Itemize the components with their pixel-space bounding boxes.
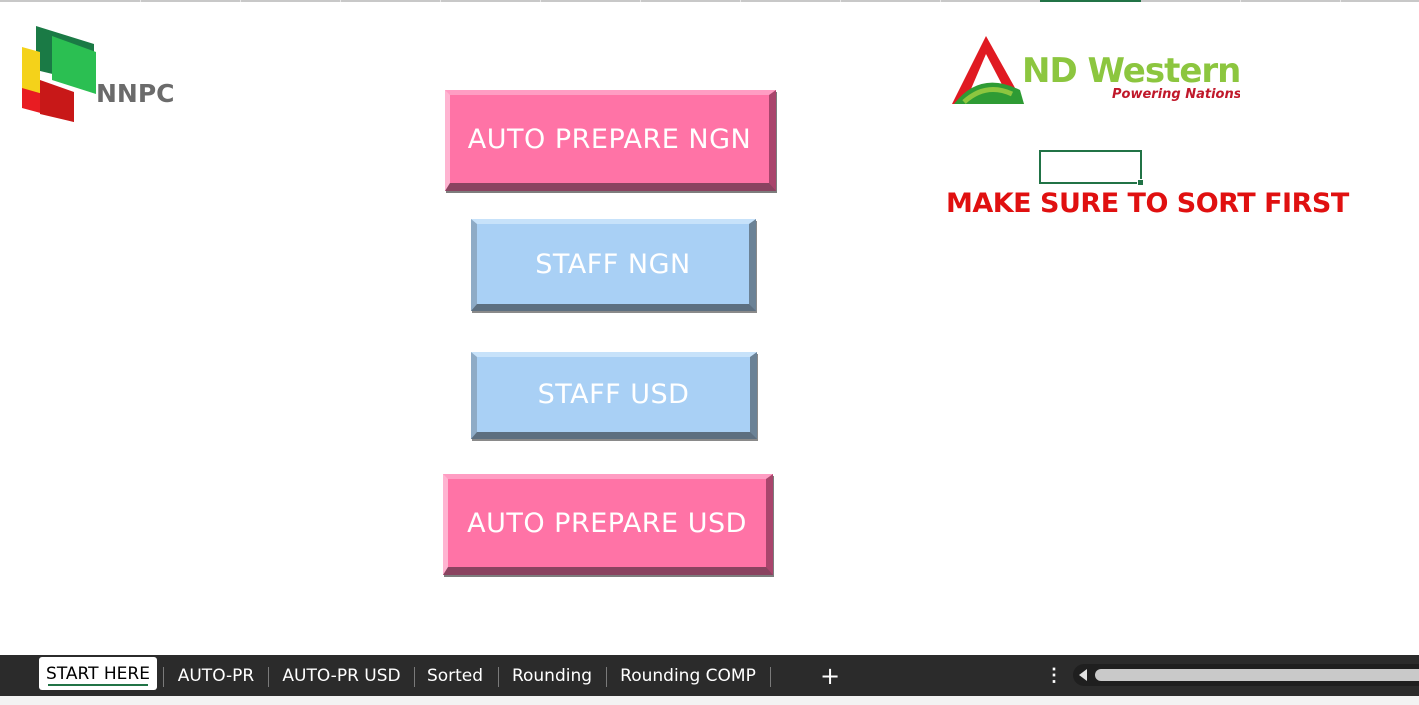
tab-separator bbox=[770, 667, 771, 687]
vertical-ellipsis-icon[interactable]: ⋮ bbox=[1045, 655, 1063, 696]
selected-column-indicator bbox=[1040, 0, 1141, 2]
tab-start-here[interactable]: START HERE bbox=[39, 657, 157, 690]
staff-ngn-button[interactable]: STAFF NGN bbox=[471, 219, 756, 311]
plus-icon[interactable]: + bbox=[818, 655, 842, 696]
tab-label: Sorted bbox=[426, 665, 484, 686]
nnpc-logo-text: NNPC bbox=[96, 79, 175, 108]
tab-auto-pr-usd[interactable]: AUTO-PR USD bbox=[270, 655, 413, 696]
tab-rounding[interactable]: Rounding bbox=[500, 655, 604, 696]
nd-western-logo: ND Western Powering Nations bbox=[952, 36, 1240, 104]
staff-ngn-label: STAFF NGN bbox=[535, 248, 691, 280]
auto-prepare-usd-button[interactable]: AUTO PREPARE USD bbox=[443, 474, 773, 575]
auto-prepare-ngn-label: AUTO PREPARE NGN bbox=[467, 123, 752, 155]
tab-separator bbox=[498, 667, 499, 687]
tab-auto-pr[interactable]: AUTO-PR bbox=[165, 655, 267, 696]
tab-label: Rounding COMP bbox=[620, 665, 756, 686]
active-cell[interactable] bbox=[1039, 150, 1144, 186]
tab-label: START HERE bbox=[46, 663, 150, 684]
scrollbar-thumb[interactable] bbox=[1095, 669, 1419, 681]
nd-western-logo-text: ND Western bbox=[1022, 51, 1240, 91]
tab-separator bbox=[414, 667, 415, 687]
nnpc-logo: NNPC bbox=[22, 26, 175, 122]
status-bar bbox=[0, 696, 1419, 705]
staff-usd-label: STAFF USD bbox=[537, 379, 690, 410]
tab-sorted[interactable]: Sorted bbox=[416, 655, 494, 696]
tab-rounding-comp[interactable]: Rounding COMP bbox=[608, 655, 768, 696]
tab-separator bbox=[606, 667, 607, 687]
column-header-strip bbox=[0, 0, 1419, 2]
tab-separator bbox=[268, 667, 269, 687]
auto-prepare-ngn-button[interactable]: AUTO PREPARE NGN bbox=[445, 90, 776, 191]
auto-prepare-usd-label: AUTO PREPARE USD bbox=[467, 507, 747, 539]
fill-handle[interactable] bbox=[1137, 179, 1144, 186]
horizontal-scrollbar[interactable] bbox=[1073, 664, 1419, 686]
tab-separator bbox=[163, 667, 164, 687]
tab-label: AUTO-PR USD bbox=[282, 665, 401, 686]
nd-western-tagline: Powering Nations bbox=[1112, 87, 1240, 102]
tab-label: AUTO-PR bbox=[177, 665, 255, 686]
sort-warning-text: MAKE SURE TO SORT FIRST bbox=[946, 188, 1349, 219]
tab-label: Rounding bbox=[511, 665, 593, 686]
sheet-tab-bar: START HERE AUTO-PR AUTO-PR USD Sorted Ro… bbox=[0, 655, 1419, 696]
staff-usd-button[interactable]: STAFF USD bbox=[471, 352, 757, 439]
scroll-left-icon[interactable] bbox=[1079, 669, 1087, 681]
